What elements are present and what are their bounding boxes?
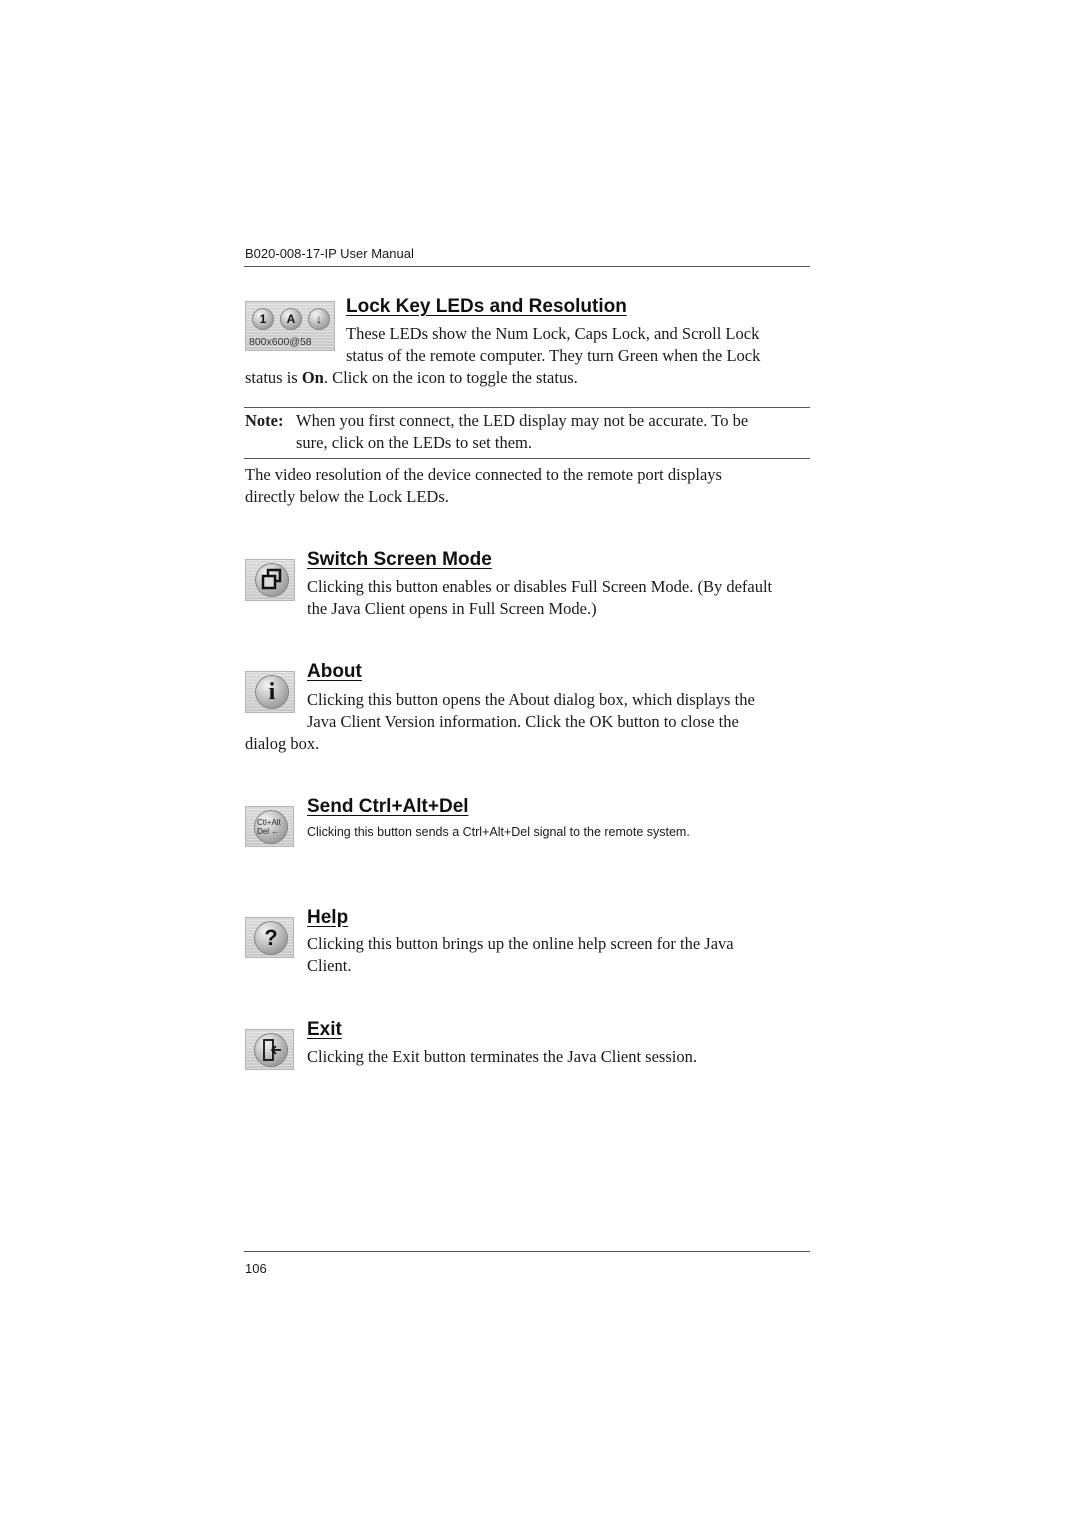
note-text-1: When you first connect, the LED display … xyxy=(296,411,749,430)
section-heading-switch-screen: Switch Screen Mode xyxy=(307,549,492,570)
running-header: B020-008-17-IP User Manual xyxy=(245,246,414,261)
lock-leds-text-3: status is On. Click on the icon to toggl… xyxy=(245,368,578,387)
footer-rule xyxy=(244,1251,810,1252)
about-text-3: dialog box. xyxy=(245,734,320,753)
section-heading-help: Help xyxy=(307,907,349,928)
info-icon: i xyxy=(245,671,295,713)
help-icon: ? xyxy=(245,917,294,958)
section-heading-lock-leds: Lock Key LEDs and Resolution xyxy=(346,296,627,317)
note-bottom-rule xyxy=(244,458,810,459)
door-arrow-glyph-icon xyxy=(263,1039,281,1061)
header-rule xyxy=(244,266,810,267)
exit-icon xyxy=(245,1029,294,1070)
switch-screen-mode-icon xyxy=(245,559,295,601)
about-text-2: Java Client Version information. Click t… xyxy=(307,712,739,731)
resolution-text-2: directly below the Lock LEDs. xyxy=(245,487,449,506)
page-number: 106 xyxy=(245,1261,267,1276)
help-text-2: Client. xyxy=(307,956,352,975)
note-label: Note: xyxy=(245,411,284,430)
scroll-lock-led-icon: ↓ xyxy=(308,308,330,330)
help-text-1: Clicking this button brings up the onlin… xyxy=(307,934,734,953)
resolution-label: 800x600@58 xyxy=(249,336,312,348)
caps-lock-led-icon: A xyxy=(280,308,302,330)
note-top-rule xyxy=(244,407,810,408)
section-heading-exit: Exit xyxy=(307,1019,342,1040)
switch-screen-text-2: the Java Client opens in Full Screen Mod… xyxy=(307,599,597,618)
exit-text-1: Clicking the Exit button terminates the … xyxy=(307,1047,697,1066)
lock-key-leds-icon: 1 A ↓ 800x600@58 xyxy=(245,301,335,351)
about-text-1: Clicking this button opens the About dia… xyxy=(307,690,755,709)
note-text-2: sure, click on the LEDs to set them. xyxy=(296,433,532,452)
num-lock-led-icon: 1 xyxy=(252,308,274,330)
windows-glyph-icon xyxy=(261,568,282,590)
ctrl-alt-del-text-1: Clicking this button sends a Ctrl+Alt+De… xyxy=(307,825,690,839)
section-heading-about: About xyxy=(307,661,362,682)
section-heading-ctrl-alt-del: Send Ctrl+Alt+Del xyxy=(307,796,469,817)
lock-leds-text-1: These LEDs show the Num Lock, Caps Lock,… xyxy=(346,324,760,343)
lock-leds-text-2: status of the remote computer. They turn… xyxy=(346,346,761,365)
switch-screen-text-1: Clicking this button enables or disables… xyxy=(307,577,773,596)
resolution-text-1: The video resolution of the device conne… xyxy=(245,465,722,484)
ctrl-alt-del-icon: Ctl+Alt Del ← xyxy=(245,806,294,847)
